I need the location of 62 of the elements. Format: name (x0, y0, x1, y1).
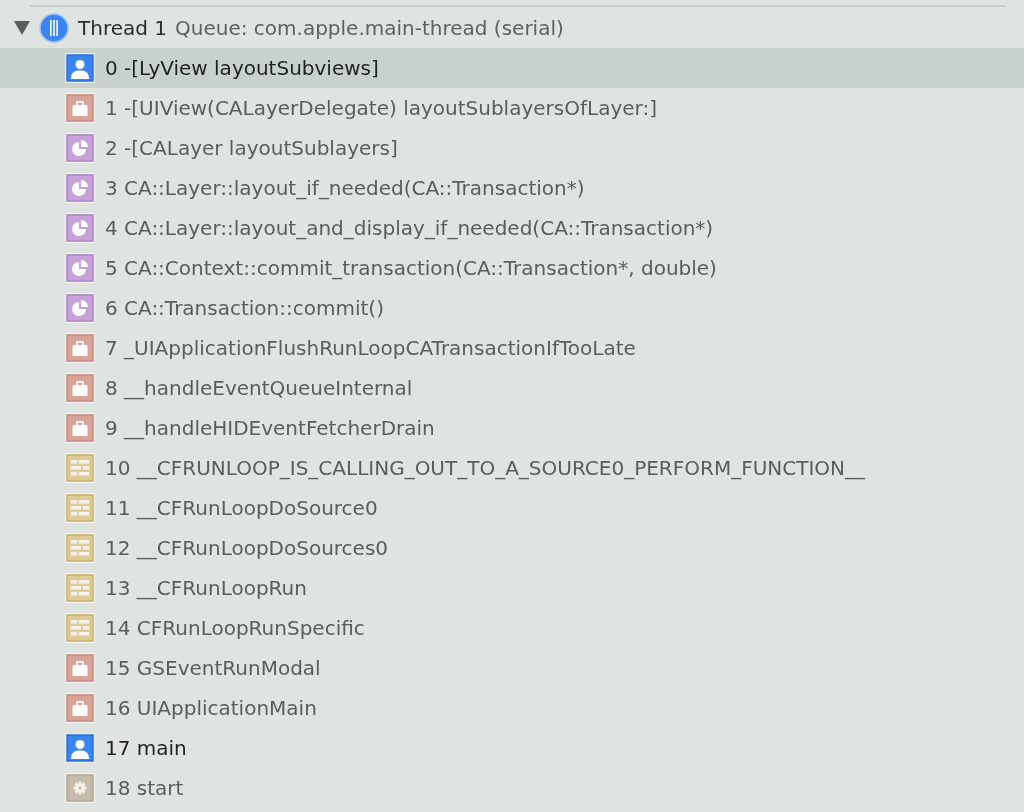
gear-icon (65, 773, 95, 803)
stack-frame-row[interactable]: 17 main (0, 728, 1024, 768)
table-icon (65, 533, 95, 563)
stack-frame-label: 7 _UIApplicationFlushRunLoopCATransactionIfTooLate (105, 336, 636, 360)
stack-frame-label: 14 CFRunLoopRunSpecific (105, 616, 365, 640)
person-icon (65, 53, 95, 83)
stack-frame-label: 11 __CFRunLoopDoSource0 (105, 496, 378, 520)
table-icon (65, 613, 95, 643)
stack-frame-label: 15 GSEventRunModal (105, 656, 321, 680)
briefcase-icon (65, 413, 95, 443)
stack-frame-label: 4 CA::Layer::layout_and_display_if_needed(CA::Transaction*) (105, 216, 714, 240)
thread-queue: Queue: com.apple.main-thread (serial) (175, 16, 564, 40)
stack-frame-row[interactable]: 10 __CFRUNLOOP_IS_CALLING_OUT_TO_A_SOURCE0_PERFORM_FUNCTION__ (0, 448, 1024, 488)
stack-frame-row[interactable]: 2 -[CALayer layoutSublayers] (0, 128, 1024, 168)
person-icon (65, 733, 95, 763)
stack-frame-label: 5 CA::Context::commit_transaction(CA::Transaction*, double) (105, 256, 717, 280)
stack-frame-row[interactable]: 5 CA::Context::commit_transaction(CA::Transaction*, double) (0, 248, 1024, 288)
stack-frame-row[interactable]: 6 CA::Transaction::commit() (0, 288, 1024, 328)
stack-frame-row[interactable]: 1 -[UIView(CALayerDelegate) layoutSublayersOfLayer:] (0, 88, 1024, 128)
thread-icon (39, 13, 69, 43)
stack-frame-row[interactable]: 7 _UIApplicationFlushRunLoopCATransactionIfTooLate (0, 328, 1024, 368)
stack-frame-row[interactable]: 12 __CFRunLoopDoSources0 (0, 528, 1024, 568)
thread-title: Thread 1 (78, 16, 167, 40)
stack-frame-row[interactable]: 3 CA::Layer::layout_if_needed(CA::Transaction*) (0, 168, 1024, 208)
stack-frame-row[interactable]: 11 __CFRunLoopDoSource0 (0, 488, 1024, 528)
briefcase-icon (65, 93, 95, 123)
stack-frame-label: 1 -[UIView(CALayerDelegate) layoutSublayersOfLayer:] (105, 96, 657, 120)
stack-frame-row[interactable]: 14 CFRunLoopRunSpecific (0, 608, 1024, 648)
disclosure-triangle-icon[interactable] (14, 21, 30, 35)
stack-frame-label: 12 __CFRunLoopDoSources0 (105, 536, 389, 560)
briefcase-icon (65, 333, 95, 363)
pie-chart-icon (65, 293, 95, 323)
stack-frame-row[interactable]: 9 __handleHIDEventFetcherDrain (0, 408, 1024, 448)
stack-frame-row[interactable]: 13 __CFRunLoopRun (0, 568, 1024, 608)
stack-frame-label: 13 __CFRunLoopRun (105, 576, 307, 600)
pie-chart-icon (65, 173, 95, 203)
pie-chart-icon (65, 213, 95, 243)
stack-frame-label: 16 UIApplicationMain (105, 696, 317, 720)
stack-frame-label: 10 __CFRUNLOOP_IS_CALLING_OUT_TO_A_SOURCE0_PERFORM_FUNCTION__ (105, 456, 866, 480)
stack-frame-row[interactable]: 8 __handleEventQueueInternal (0, 368, 1024, 408)
stack-frame-row[interactable]: 18 start (0, 768, 1024, 808)
stack-frame-label: 2 -[CALayer layoutSublayers] (105, 136, 398, 160)
stack-frame-label: 3 CA::Layer::layout_if_needed(CA::Transaction*) (105, 176, 585, 200)
thread-row[interactable]: Thread 1 Queue: com.apple.main-thread (serial) (0, 8, 1024, 48)
briefcase-icon (65, 373, 95, 403)
stack-frame-label: 17 main (105, 736, 187, 760)
stack-frame-row[interactable]: 4 CA::Layer::layout_and_display_if_needed(CA::Transaction*) (0, 208, 1024, 248)
stack-frame-label: 18 start (105, 776, 184, 800)
stack-frame-label: 9 __handleHIDEventFetcherDrain (105, 416, 435, 440)
stack-frame-label: 0 -[LyView layoutSubviews] (105, 56, 379, 80)
table-icon (65, 493, 95, 523)
pie-chart-icon (65, 253, 95, 283)
briefcase-icon (65, 693, 95, 723)
stack-frame-label: 8 __handleEventQueueInternal (105, 376, 413, 400)
table-icon (65, 453, 95, 483)
stack-frame-row[interactable]: 15 GSEventRunModal (0, 648, 1024, 688)
pie-chart-icon (65, 133, 95, 163)
stack-frame-label: 6 CA::Transaction::commit() (105, 296, 384, 320)
stack-frame-row[interactable]: 0 -[LyView layoutSubviews] (0, 48, 1024, 88)
briefcase-icon (65, 653, 95, 683)
table-icon (65, 573, 95, 603)
stack-frame-row[interactable]: 16 UIApplicationMain (0, 688, 1024, 728)
